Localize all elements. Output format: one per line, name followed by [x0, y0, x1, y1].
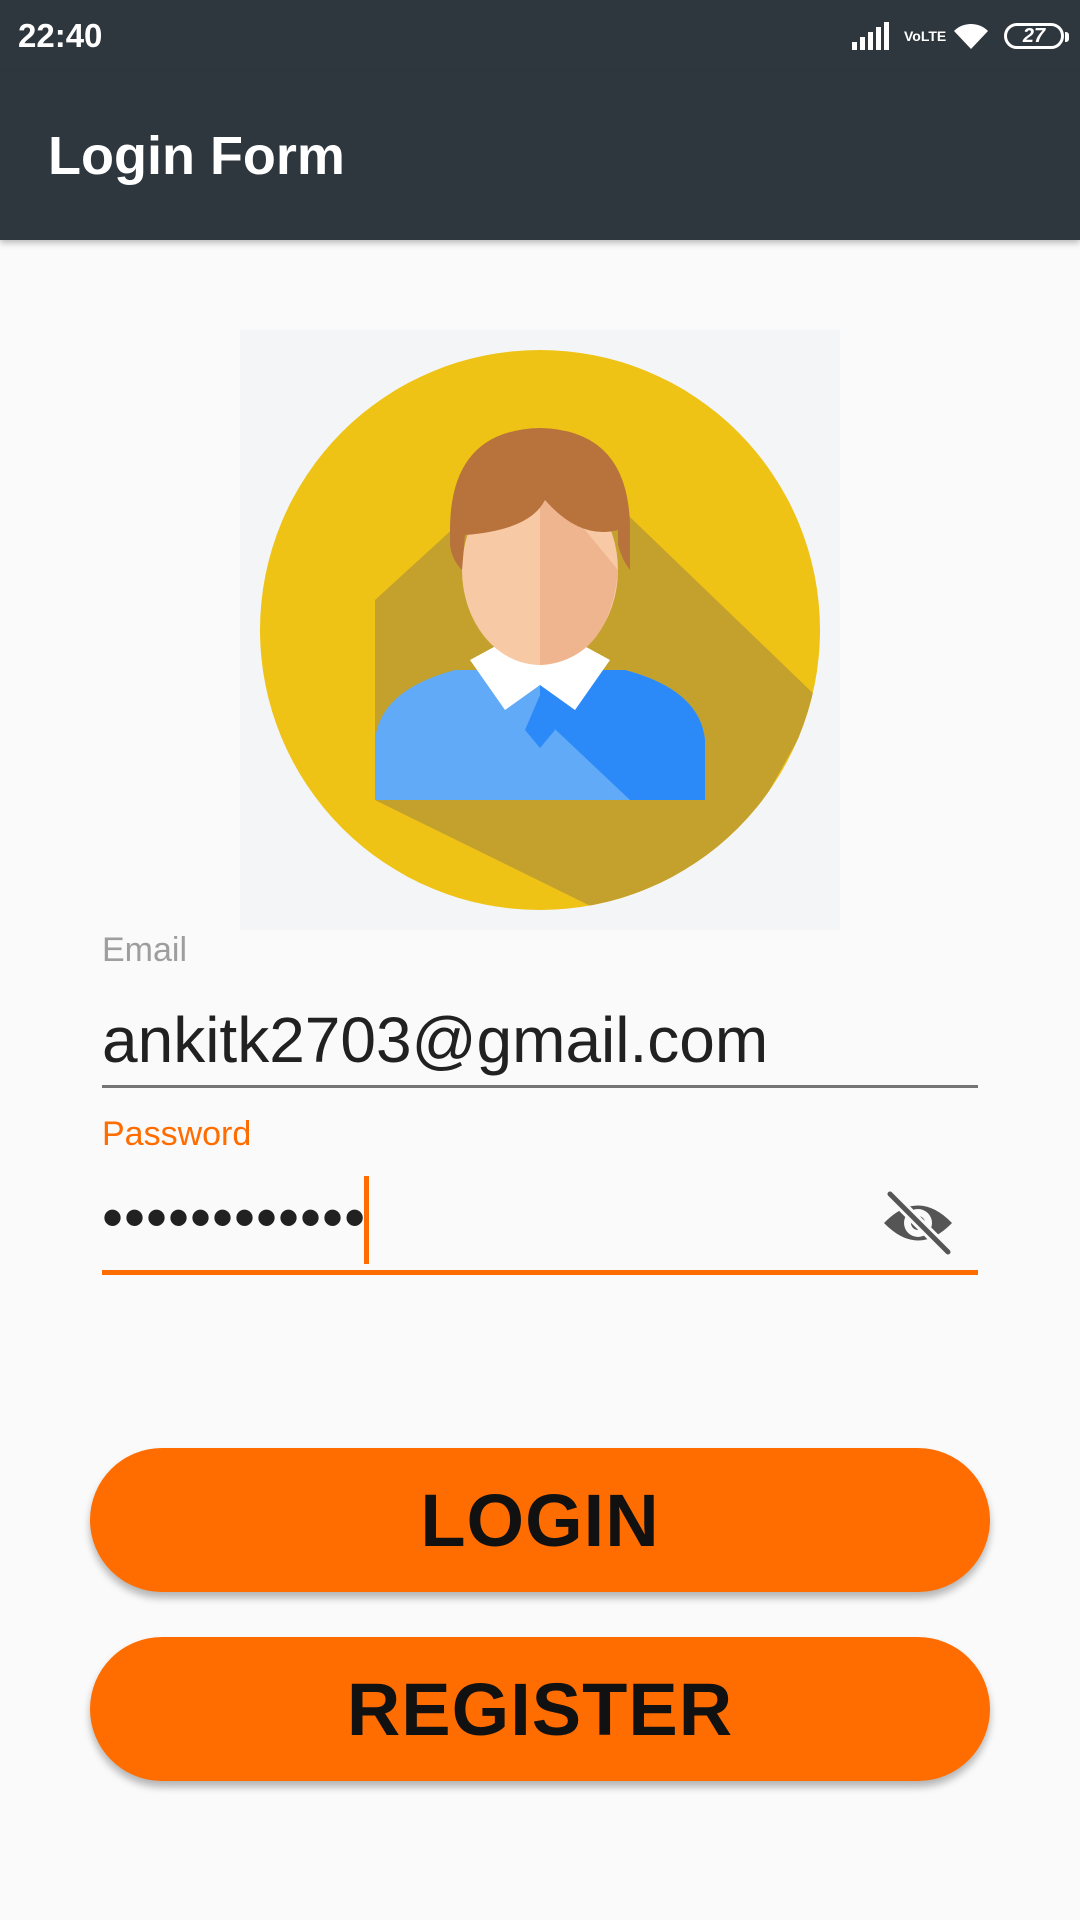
- text-caret: [364, 1176, 369, 1264]
- status-time: 22:40: [18, 17, 103, 54]
- battery-level: 27: [1022, 24, 1046, 47]
- status-bar: 22:40 VoLTE 27: [0, 0, 1080, 72]
- wifi-icon: [954, 23, 988, 49]
- status-icons: VoLTE 27: [836, 14, 1069, 58]
- page-title: Login Form: [48, 126, 345, 186]
- user-avatar-icon: [240, 330, 840, 930]
- app-bar: Login Form: [0, 72, 1080, 240]
- login-button[interactable]: LOGIN: [90, 1448, 990, 1592]
- password-underline: [102, 1270, 978, 1275]
- password-field[interactable]: ••••••••••••: [102, 1182, 366, 1254]
- register-button[interactable]: REGISTER: [90, 1637, 990, 1781]
- email-label: Email: [102, 931, 188, 969]
- password-label: Password: [102, 1115, 252, 1153]
- volte-icon: VoLTE: [904, 28, 947, 44]
- email-field[interactable]: ankitk2703@gmail.com: [102, 1004, 962, 1076]
- email-underline: [102, 1085, 978, 1088]
- battery-tip: [1065, 32, 1069, 42]
- battery-icon: 27: [1004, 23, 1069, 49]
- signal-icon: [852, 22, 889, 50]
- eye-off-icon[interactable]: [880, 1190, 956, 1256]
